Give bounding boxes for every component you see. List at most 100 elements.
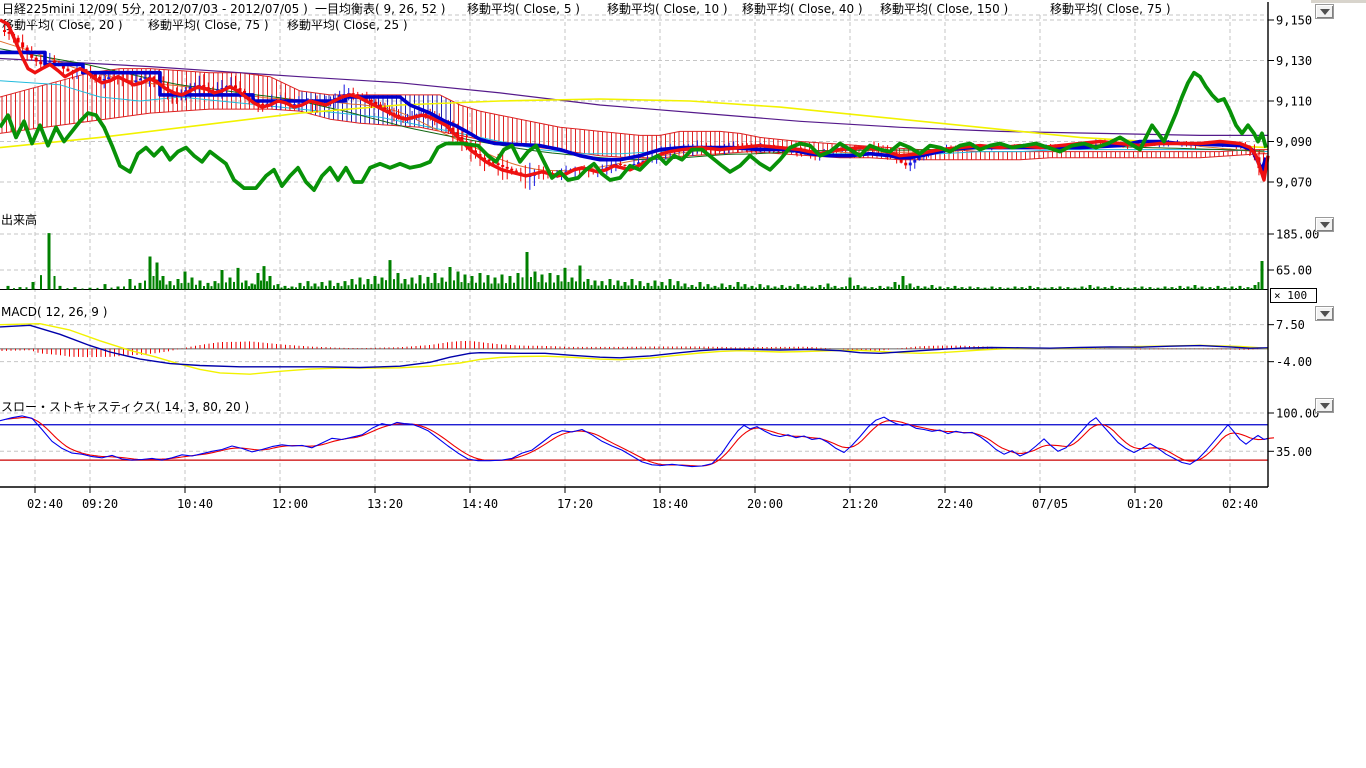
volume-bar — [647, 283, 650, 290]
volume-bar — [651, 286, 653, 290]
volume-bar — [288, 288, 290, 289]
volume-bar — [1104, 287, 1107, 289]
time-axis-label: 21:20 — [842, 497, 878, 511]
volume-bar — [771, 288, 773, 290]
volume-bar — [1209, 287, 1212, 289]
volume-bar — [564, 268, 567, 290]
volume-bar — [169, 281, 172, 289]
volume-bar — [939, 287, 942, 290]
volume-bar — [117, 287, 120, 290]
volume-bar — [211, 286, 213, 289]
volume-bar — [759, 284, 762, 289]
volume-bar — [891, 287, 893, 289]
volume-bar — [419, 275, 422, 289]
volume-bar — [89, 288, 92, 290]
volume-bar — [902, 276, 905, 290]
volume-bar — [1175, 288, 1177, 289]
volume-bar — [545, 282, 547, 289]
volume-bar — [1221, 288, 1223, 289]
volume-bar — [954, 286, 957, 290]
volume-bar — [857, 285, 860, 290]
candle-body — [909, 163, 912, 166]
volume-bar — [969, 287, 972, 290]
volume-bar — [67, 288, 69, 289]
volume-bar — [221, 270, 224, 290]
time-axis-label: 07/05 — [1032, 497, 1068, 511]
volume-bar — [277, 284, 280, 289]
volume-bar — [1011, 288, 1013, 289]
volume-bar — [307, 281, 310, 289]
volume-bar — [1171, 287, 1174, 289]
volume-bar — [871, 287, 874, 289]
volume-bar — [1071, 289, 1073, 290]
volume-bar — [153, 276, 155, 290]
volume-bar — [594, 281, 597, 290]
volume-panel-title: 出来高 — [1, 211, 37, 228]
volume-bar — [188, 283, 190, 290]
macd-panel-dropdown-button[interactable] — [1315, 306, 1334, 321]
volume-bar — [714, 286, 717, 290]
volume-bar — [522, 277, 524, 289]
volume-bar — [808, 288, 810, 289]
volume-bar — [363, 284, 365, 289]
candle-body — [66, 69, 69, 72]
candle-body — [900, 159, 903, 163]
volume-bar — [1055, 288, 1057, 289]
price-panel-dropdown-button[interactable] — [1315, 4, 1334, 19]
volume-bar — [438, 283, 440, 289]
volume-bar — [778, 288, 780, 290]
volume-bar — [218, 283, 220, 289]
volume-bar — [931, 285, 934, 290]
volume-bar — [575, 281, 577, 289]
volume-bar — [1037, 287, 1040, 289]
volume-bar — [658, 286, 660, 290]
volume-bar — [359, 278, 362, 290]
volume-bar — [883, 288, 885, 289]
volume-bar — [763, 287, 765, 289]
volume-bar — [811, 287, 814, 290]
volume-bar — [248, 286, 250, 289]
volume-bar — [1029, 286, 1032, 290]
volume-bar — [1228, 288, 1230, 289]
volume-bar — [509, 276, 512, 290]
stochastics-panel-dropdown-button[interactable] — [1315, 398, 1334, 413]
volume-bar — [624, 282, 627, 290]
volume-bar — [1018, 288, 1020, 289]
volume-bar — [1164, 287, 1167, 290]
price-axis-label: 9,070 — [1276, 176, 1312, 190]
volume-bar — [549, 273, 552, 290]
volume-bar — [468, 283, 470, 289]
candle-body — [913, 160, 916, 163]
volume-bar — [129, 279, 132, 290]
volume-bar — [1003, 289, 1005, 290]
volume-bar — [254, 284, 256, 289]
time-axis-label: 10:40 — [177, 497, 213, 511]
volume-bar — [321, 282, 324, 290]
volume-bar — [981, 289, 983, 290]
volume-bar — [751, 286, 754, 290]
volume-panel-dropdown-button[interactable] — [1315, 217, 1334, 232]
volume-bar — [864, 287, 867, 290]
volume-bar — [273, 285, 275, 289]
volume-bar — [598, 286, 600, 290]
volume-bar — [1183, 288, 1185, 289]
volume-bar — [1191, 288, 1193, 290]
volume-bar — [229, 278, 232, 290]
volume-bar — [415, 284, 417, 290]
volume-bar — [965, 288, 967, 289]
volume-bar — [681, 286, 683, 289]
volume-bar — [378, 284, 380, 290]
volume-bar — [59, 286, 62, 290]
volume-bar — [691, 285, 694, 290]
volume-bar — [1153, 289, 1155, 290]
volume-bar — [26, 287, 28, 289]
volume-bar — [995, 288, 997, 289]
volume-bar — [909, 284, 912, 290]
volume-bar — [303, 286, 305, 289]
volume-bar — [1123, 289, 1125, 290]
volume-bar — [991, 287, 994, 290]
volume-bar — [853, 286, 855, 290]
volume-bar — [1074, 288, 1077, 290]
volume-bar — [677, 281, 680, 289]
candle-body — [497, 163, 500, 165]
